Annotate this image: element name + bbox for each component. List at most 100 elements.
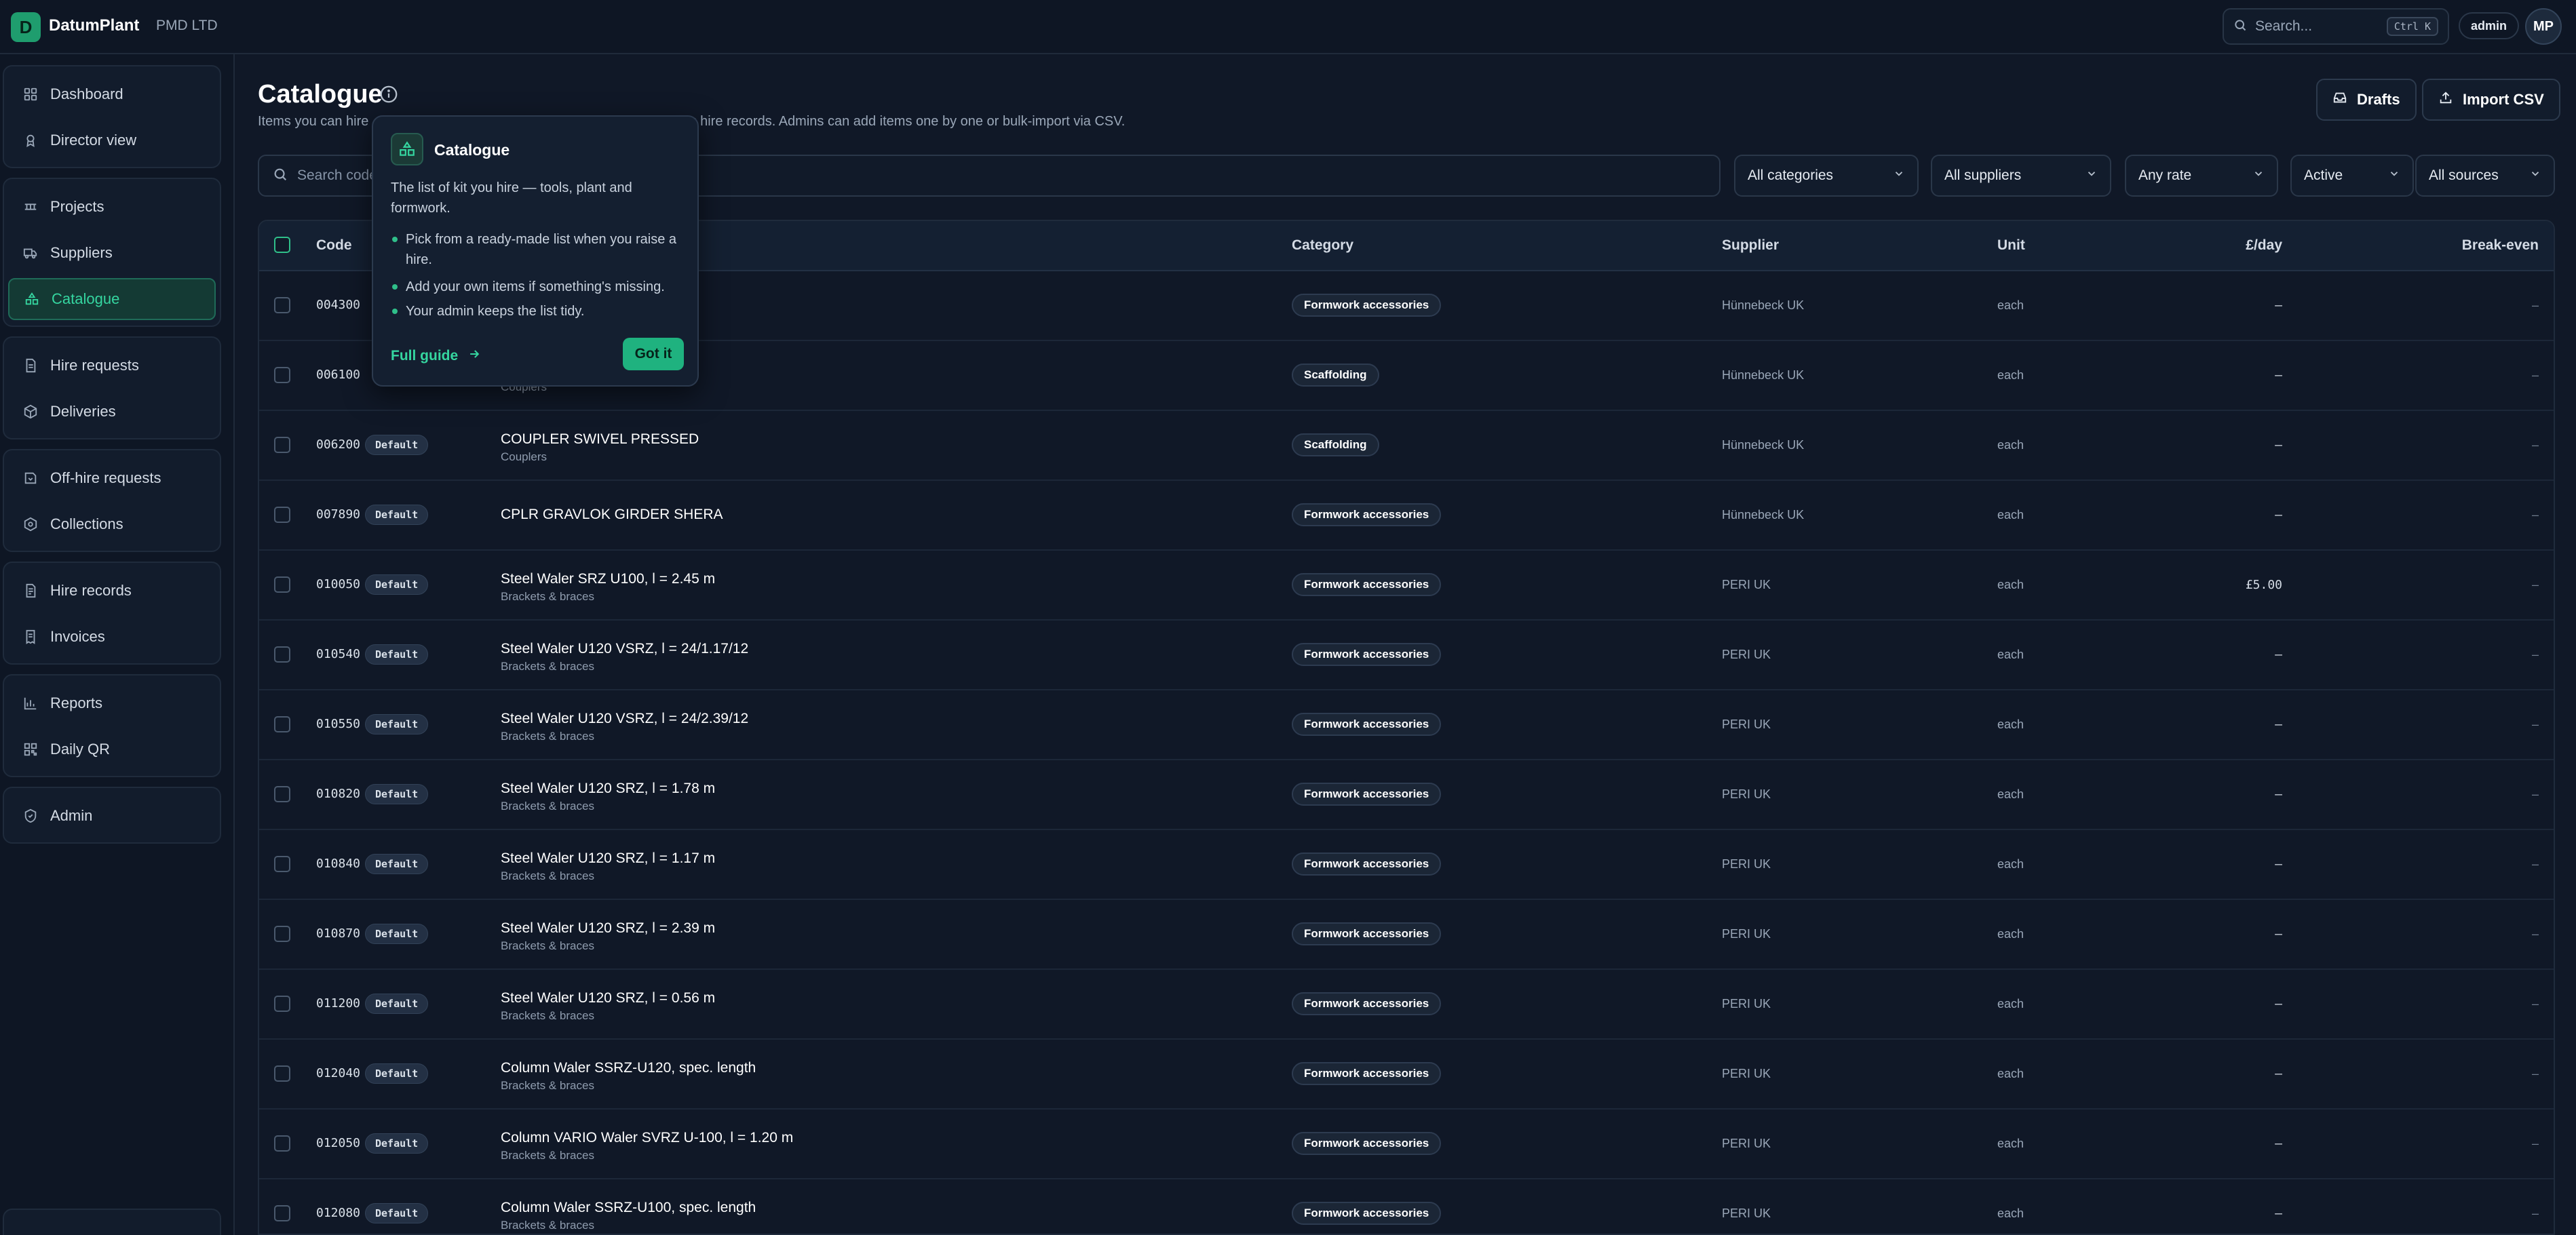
column-breakeven[interactable]: Break-even bbox=[2462, 237, 2539, 254]
row-checkbox[interactable] bbox=[274, 297, 290, 313]
role-badge[interactable]: admin bbox=[2459, 12, 2520, 39]
breakeven-value: – bbox=[2531, 508, 2539, 522]
sidebar-item-admin[interactable]: Admin bbox=[8, 795, 216, 837]
row-checkbox[interactable] bbox=[274, 1205, 290, 1221]
column-rate[interactable]: £/day bbox=[2246, 237, 2282, 254]
sidebar-item-catalogue[interactable]: Catalogue bbox=[8, 278, 216, 320]
row-checkbox[interactable] bbox=[274, 576, 290, 593]
table-row[interactable]: 010840 Default Steel Waler U120 SRZ, l = 1… bbox=[259, 830, 2554, 900]
search-icon bbox=[2233, 18, 2247, 35]
table-row[interactable]: 010550 Default Steel Waler U120 VSRZ, l = … bbox=[259, 690, 2554, 760]
item-code: 012080 bbox=[316, 1206, 361, 1220]
supplier-filter[interactable]: All suppliers bbox=[1931, 155, 2111, 197]
info-icon[interactable] bbox=[379, 84, 399, 104]
sidebar-item-off-hire-requests[interactable]: Off-hire requests bbox=[8, 457, 216, 499]
row-checkbox[interactable] bbox=[274, 437, 290, 453]
rate-filter-value: Any rate bbox=[2138, 168, 2192, 183]
sidebar-item-deliveries[interactable]: Deliveries bbox=[8, 391, 216, 433]
sidebar-item-hire-requests[interactable]: Hire requests bbox=[8, 345, 216, 387]
breakeven-value: – bbox=[2531, 718, 2539, 731]
row-checkbox[interactable] bbox=[274, 646, 290, 663]
table-row[interactable]: 010050 Default Steel Waler SRZ U100, l = 2… bbox=[259, 551, 2554, 621]
nav-group-setup: Projects Suppliers Catalogue bbox=[3, 178, 221, 327]
category-badge: Formwork accessories bbox=[1292, 573, 1442, 596]
sidebar-item-projects[interactable]: Projects bbox=[8, 186, 216, 228]
table-row[interactable]: 011200 Default Steel Waler U120 SRZ, l = 0… bbox=[259, 970, 2554, 1040]
status-filter[interactable]: Active bbox=[2290, 155, 2414, 197]
row-checkbox[interactable] bbox=[274, 856, 290, 872]
column-supplier[interactable]: Supplier bbox=[1722, 237, 1779, 254]
sidebar-item-suppliers[interactable]: Suppliers bbox=[8, 232, 216, 274]
upload-icon bbox=[2438, 90, 2453, 109]
sidebar-item-invoices[interactable]: Invoices bbox=[8, 616, 216, 658]
table-row[interactable]: 010540 Default Steel Waler U120 VSRZ, l = … bbox=[259, 621, 2554, 690]
category-badge: Formwork accessories bbox=[1292, 783, 1442, 806]
row-checkbox[interactable] bbox=[274, 716, 290, 732]
sidebar-item-collections[interactable]: Collections bbox=[8, 503, 216, 545]
table-row[interactable]: 007890 Default CPLR GRAVLOK GIRDER SHERA Fo… bbox=[259, 481, 2554, 551]
full-guide-label: Full guide bbox=[391, 348, 459, 364]
projects-icon bbox=[23, 199, 38, 214]
sidebar-item-reports[interactable]: Reports bbox=[8, 682, 216, 724]
item-subcategory: Brackets & braces bbox=[501, 939, 594, 952]
column-code[interactable]: Code bbox=[316, 237, 352, 254]
item-name: Column Waler SSRZ-U120, spec. length bbox=[501, 1060, 756, 1076]
item-code: 010050 bbox=[316, 577, 361, 591]
nav-group-admin: Admin bbox=[3, 787, 221, 844]
category-badge: Scaffolding bbox=[1292, 364, 1379, 387]
avatar[interactable]: MP bbox=[2525, 8, 2562, 45]
table-row[interactable]: 006200 Default COUPLER SWIVEL PRESSED Coupl… bbox=[259, 411, 2554, 481]
popover-title: Catalogue bbox=[434, 141, 510, 159]
breakeven-value: – bbox=[2531, 578, 2539, 591]
nav-group-insights: Reports Daily QR bbox=[3, 674, 221, 777]
sidebar-item-label: Hire records bbox=[50, 582, 132, 599]
row-checkbox[interactable] bbox=[274, 786, 290, 802]
item-code: 007890 bbox=[316, 507, 361, 522]
unit-value: each bbox=[1997, 1207, 2024, 1220]
global-search[interactable]: Search... Ctrl K bbox=[2223, 8, 2449, 45]
source-filter-value: All sources bbox=[2429, 168, 2499, 183]
column-category[interactable]: Category bbox=[1292, 237, 1353, 254]
collections-icon bbox=[23, 517, 38, 532]
row-checkbox[interactable] bbox=[274, 926, 290, 942]
row-checkbox[interactable] bbox=[274, 507, 290, 523]
sidebar-item-daily-qr[interactable]: Daily QR bbox=[8, 728, 216, 770]
import-csv-button[interactable]: Import CSV bbox=[2422, 79, 2560, 121]
category-badge: Formwork accessories bbox=[1292, 852, 1442, 876]
full-guide-link[interactable]: Full guide bbox=[391, 347, 481, 365]
award-icon bbox=[23, 133, 38, 148]
supplier-name: Hünnebeck UK bbox=[1722, 368, 1805, 382]
row-checkbox[interactable] bbox=[274, 996, 290, 1012]
source-filter[interactable]: All sources bbox=[2415, 155, 2555, 197]
package-icon bbox=[23, 404, 38, 419]
table-row[interactable]: 012080 Default Column Waler SSRZ-U100, spe… bbox=[259, 1179, 2554, 1234]
unit-value: each bbox=[1997, 1067, 2024, 1080]
daily-rate: – bbox=[2275, 1137, 2282, 1151]
breakeven-value: – bbox=[2531, 927, 2539, 941]
app-logo[interactable]: D bbox=[11, 12, 41, 42]
got-it-button[interactable]: Got it bbox=[623, 338, 684, 370]
nav-group-footer bbox=[3, 1209, 221, 1235]
item-subcategory: Brackets & braces bbox=[501, 730, 594, 743]
sidebar-item-director-view[interactable]: Director view bbox=[8, 119, 216, 161]
row-checkbox[interactable] bbox=[274, 367, 290, 383]
table-row[interactable]: 010820 Default Steel Waler U120 SRZ, l = 1… bbox=[259, 760, 2554, 830]
column-unit[interactable]: Unit bbox=[1997, 237, 2025, 254]
catalogue-search-placeholder: Search code bbox=[297, 168, 377, 183]
unit-value: each bbox=[1997, 648, 2024, 661]
category-badge: Formwork accessories bbox=[1292, 922, 1442, 945]
drafts-button[interactable]: Drafts bbox=[2316, 79, 2417, 121]
table-row[interactable]: 012040 Default Column Waler SSRZ-U120, spe… bbox=[259, 1040, 2554, 1110]
table-row[interactable]: 012050 Default Column VARIO Waler SVRZ U-1… bbox=[259, 1110, 2554, 1179]
rate-filter[interactable]: Any rate bbox=[2125, 155, 2278, 197]
sidebar-item-hire-records[interactable]: Hire records bbox=[8, 570, 216, 612]
row-checkbox[interactable] bbox=[274, 1135, 290, 1152]
select-all-checkbox[interactable] bbox=[274, 237, 290, 253]
daily-rate: – bbox=[2275, 438, 2282, 452]
table-row[interactable]: 010870 Default Steel Waler U120 SRZ, l = 2… bbox=[259, 900, 2554, 970]
row-checkbox[interactable] bbox=[274, 1065, 290, 1082]
sidebar-item-dashboard[interactable]: Dashboard bbox=[8, 73, 216, 115]
sidebar-item-label: Off-hire requests bbox=[50, 469, 161, 486]
category-filter[interactable]: All categories bbox=[1734, 155, 1919, 197]
search-icon bbox=[273, 167, 288, 185]
